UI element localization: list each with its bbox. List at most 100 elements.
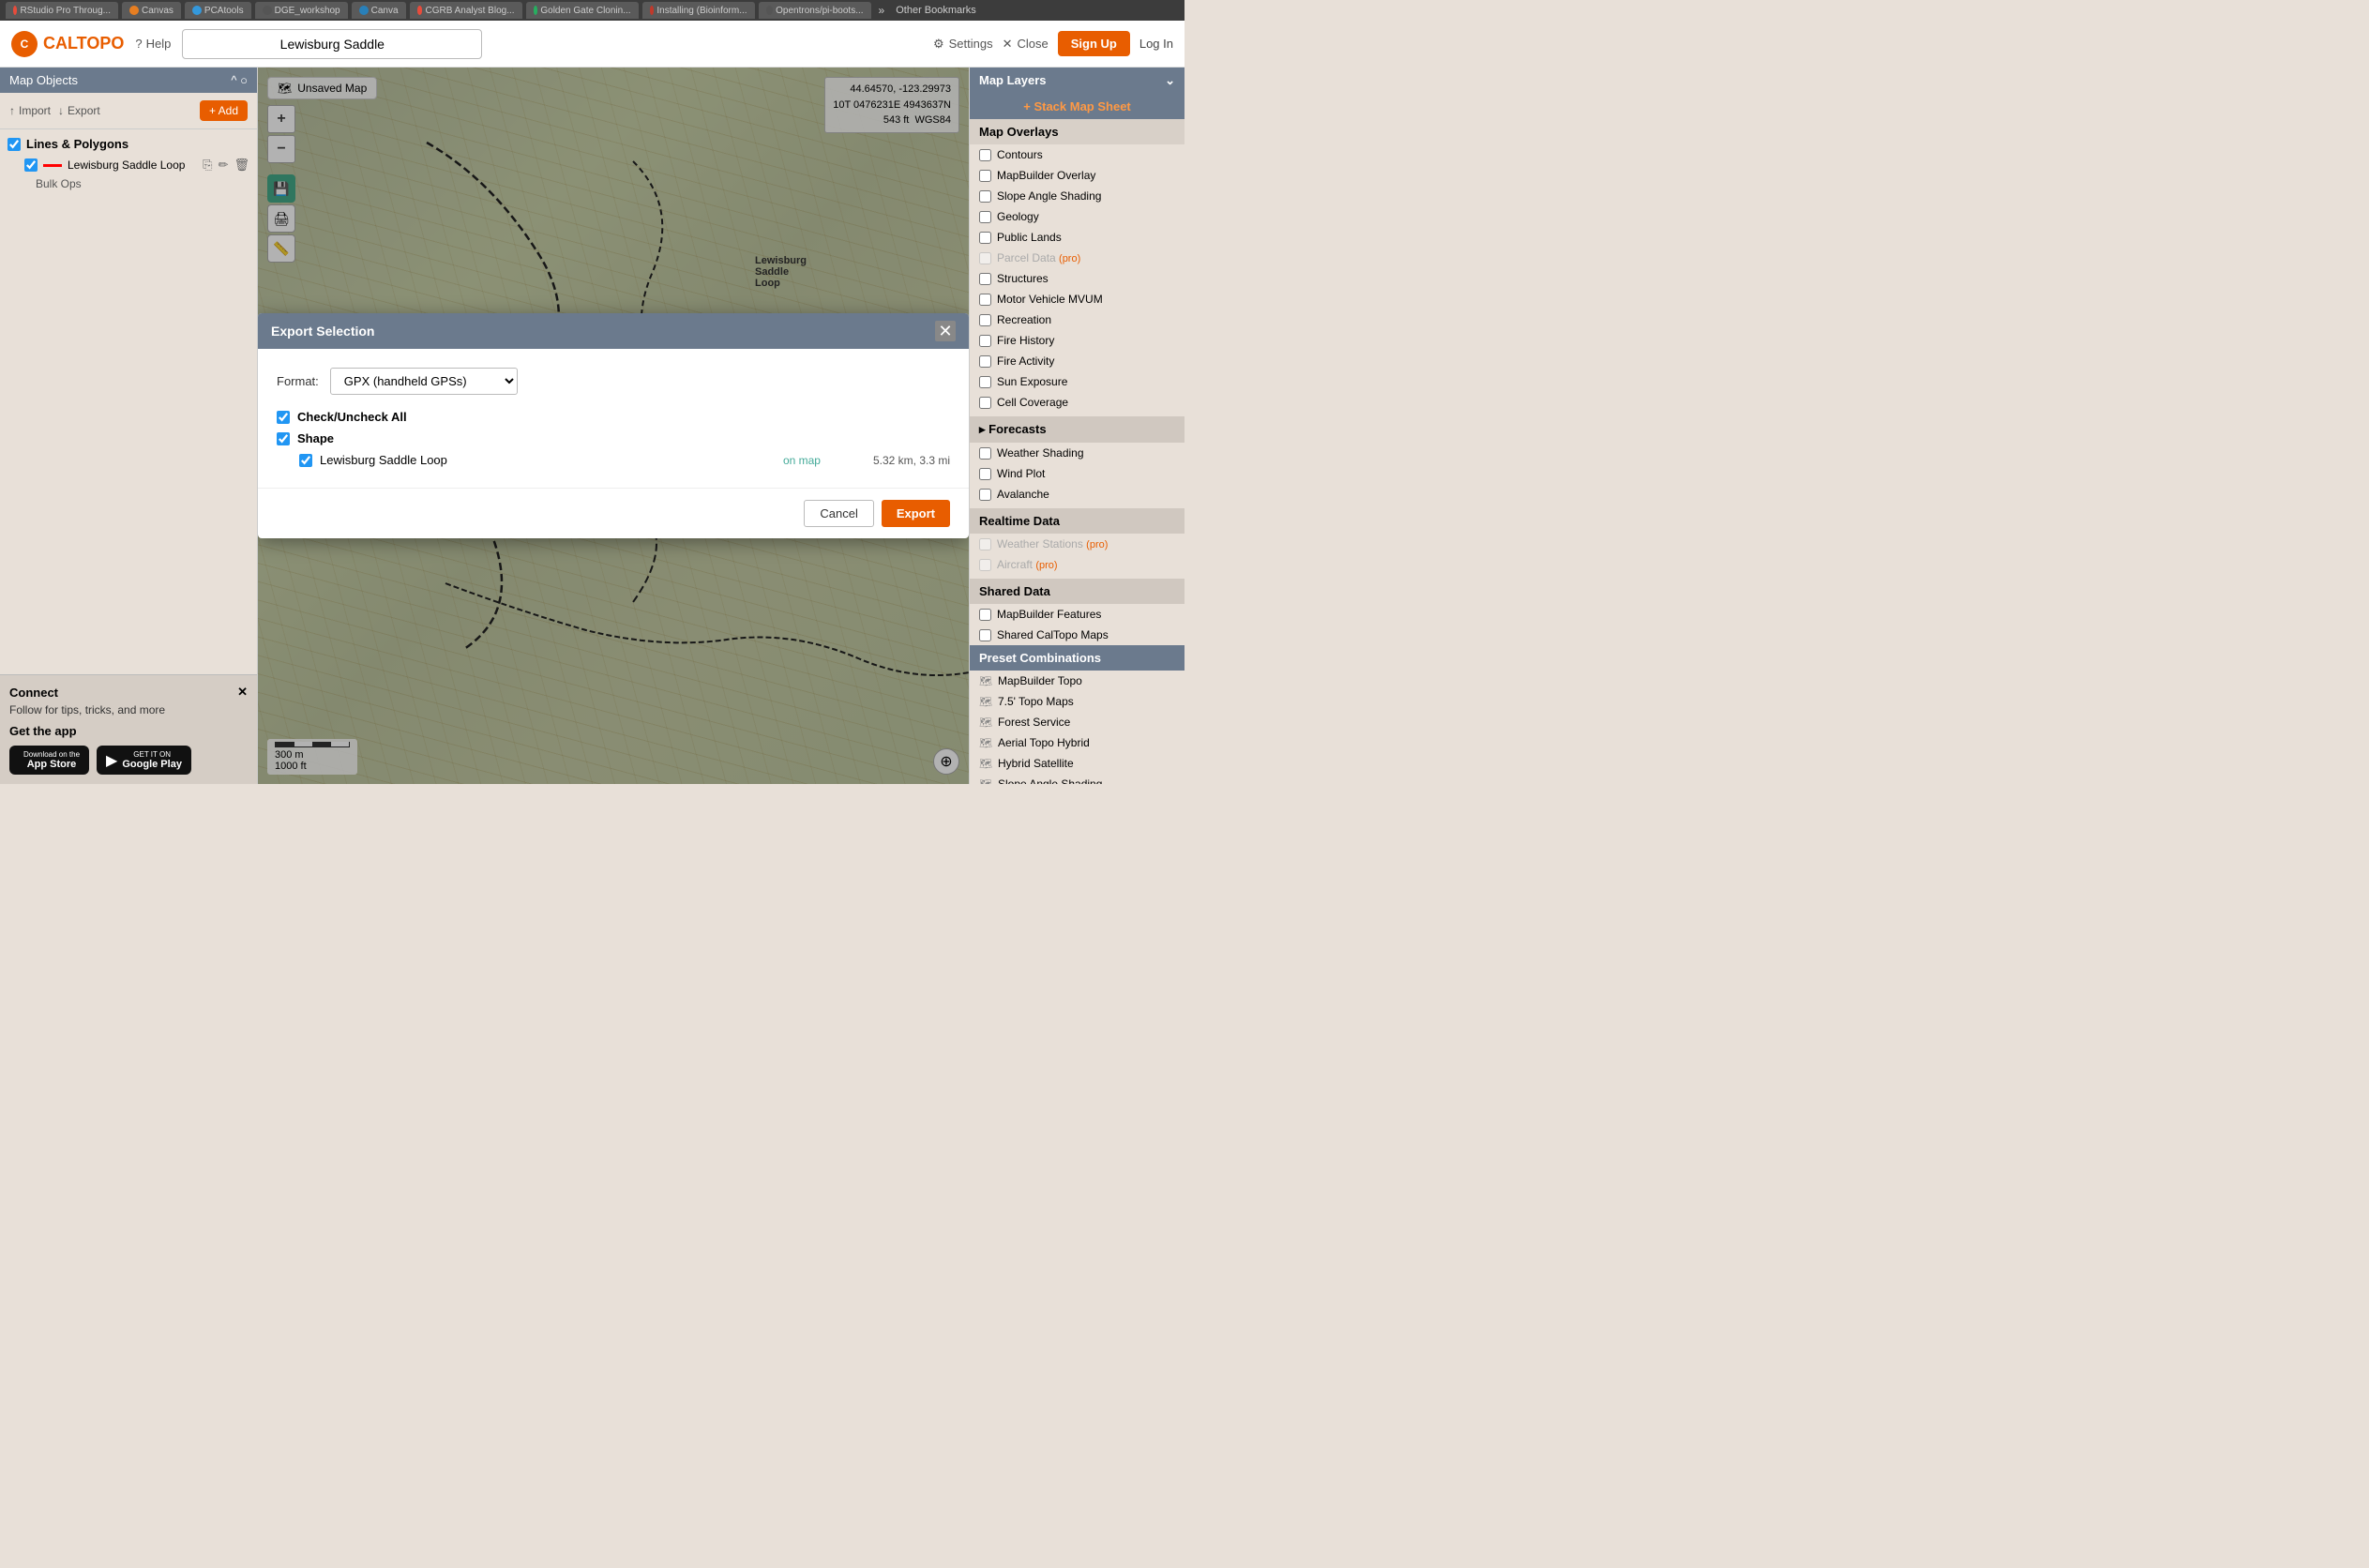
shape-label: Shape: [297, 431, 334, 445]
layer-edit-icon[interactable]: ✏: [219, 158, 229, 173]
connect-follow-text: Follow for tips, tricks, and more: [9, 703, 248, 716]
browser-tab-bioinform[interactable]: Installing (Bioinform...: [642, 2, 755, 19]
item-name: Lewisburg Saddle Loop: [320, 453, 776, 467]
cancel-button[interactable]: Cancel: [804, 500, 873, 527]
shared-item-mapbuilder-features[interactable]: MapBuilder Features: [970, 604, 1184, 625]
preset-item-topo-maps[interactable]: 🗺7.5' Topo Maps: [970, 691, 1184, 712]
overlay-item-sun-exposure[interactable]: Sun Exposure: [970, 371, 1184, 392]
app-store-button[interactable]: Download on the App Store: [9, 746, 89, 775]
help-button[interactable]: ? Help: [135, 37, 171, 51]
modal-close-button[interactable]: ✕: [935, 321, 956, 341]
map-objects-header: Map Objects ^ ○: [0, 68, 257, 93]
layer-delete-icon[interactable]: 🗑: [234, 158, 249, 173]
sidebar-actions: ↑ Import ↓ Export + Add: [0, 93, 257, 129]
forecast-item-avalanche[interactable]: Avalanche: [970, 484, 1184, 505]
stack-map-button[interactable]: + Stack Map Sheet: [1023, 99, 1131, 113]
preset-item-forest-service[interactable]: 🗺Forest Service: [970, 712, 1184, 732]
layer-checkbox[interactable]: [24, 158, 38, 172]
format-row: Format: GPX (handheld GPSs) KML GeoJSON …: [277, 368, 950, 395]
preset-item-aerial-topo[interactable]: 🗺Aerial Topo Hybrid: [970, 732, 1184, 753]
map-layers-header: Map Layers ⌄: [970, 68, 1184, 94]
export-button[interactable]: Export: [882, 500, 950, 527]
browser-tab-canva[interactable]: Canva: [352, 2, 406, 19]
realtime-header: Realtime Data: [970, 508, 1184, 534]
store-buttons: Download on the App Store ▶ GET IT ON Go…: [9, 746, 248, 775]
right-sidebar: Map Layers ⌄ + Stack Map Sheet Map Overl…: [969, 68, 1184, 784]
import-button[interactable]: ↑ Import: [9, 104, 51, 117]
browser-tab-opentrons[interactable]: Opentrons/pi-boots...: [759, 2, 871, 19]
browser-tab-rstudio[interactable]: RStudio Pro Throug...: [6, 2, 118, 19]
overlay-item-fire-activity[interactable]: Fire Activity: [970, 351, 1184, 371]
google-play-button[interactable]: ▶ GET IT ON Google Play: [97, 746, 191, 775]
check-all-checkbox[interactable]: [277, 411, 290, 424]
export-icon: ↓: [58, 104, 64, 117]
overlay-item-structures[interactable]: Structures: [970, 268, 1184, 289]
check-all-label: Check/Uncheck All: [297, 410, 407, 424]
forecast-item-wind[interactable]: Wind Plot: [970, 463, 1184, 484]
overlay-item-public-lands[interactable]: Public Lands: [970, 227, 1184, 248]
shape-row: Shape: [277, 431, 950, 445]
browser-tab-pcatools[interactable]: PCAtools: [185, 2, 251, 19]
browser-tab-cgrb[interactable]: CGRB Analyst Blog...: [410, 2, 522, 19]
item-checkbox[interactable]: [299, 454, 312, 467]
browser-tab-dge[interactable]: DGE_workshop: [255, 2, 348, 19]
search-input[interactable]: [182, 29, 482, 59]
import-icon: ↑: [9, 104, 15, 117]
bookmarks-label: Other Bookmarks: [896, 5, 976, 16]
shared-header: Shared Data: [970, 579, 1184, 604]
realtime-item-aircraft[interactable]: Aircraft (pro): [970, 554, 1184, 575]
close-button[interactable]: ✕ Close: [1003, 37, 1049, 52]
preset-item-slope-angle[interactable]: 🗺Slope Angle Shading: [970, 774, 1184, 784]
overlay-item-contours[interactable]: Contours: [970, 144, 1184, 165]
modal-title: Export Selection: [271, 324, 374, 339]
bulk-ops-label[interactable]: Bulk Ops: [8, 175, 249, 192]
overlay-item-mapbuilder[interactable]: MapBuilder Overlay: [970, 165, 1184, 186]
overlay-item-parcel[interactable]: Parcel Data (pro): [970, 248, 1184, 268]
check-all-row: Check/Uncheck All: [277, 410, 950, 424]
signup-button[interactable]: Sign Up: [1058, 31, 1130, 56]
close-icon: ✕: [1003, 37, 1013, 52]
export-item-row: Lewisburg Saddle Loop on map 5.32 km, 3.…: [277, 451, 950, 469]
preset-item-mapbuilder-topo[interactable]: 🗺MapBuilder Topo: [970, 671, 1184, 691]
left-sidebar: Map Objects ^ ○ ↑ Import ↓ Export + Add …: [0, 68, 258, 784]
modal-body: Format: GPX (handheld GPSs) KML GeoJSON …: [258, 349, 969, 488]
add-button[interactable]: + Add: [200, 100, 248, 121]
preset-icon: 🗺: [979, 675, 992, 687]
logo-text: CALTOPO: [43, 34, 124, 53]
forecast-item-weather[interactable]: Weather Shading: [970, 443, 1184, 463]
preset-icon: 🗺: [979, 758, 992, 770]
layer-copy-icon[interactable]: ⎘: [203, 158, 212, 173]
on-map-badge: on map: [783, 454, 821, 467]
stack-map-section: + Stack Map Sheet: [970, 94, 1184, 119]
preset-icon: 🗺: [979, 778, 992, 785]
overlay-item-cell-coverage[interactable]: Cell Coverage: [970, 392, 1184, 413]
shared-item-caltopo-maps[interactable]: Shared CalTopo Maps: [970, 625, 1184, 645]
realtime-item-weather-stations[interactable]: Weather Stations (pro): [970, 534, 1184, 554]
map-area[interactable]: 🗺 Unsaved Map 44.64570, -123.29973 10T 0…: [258, 68, 969, 784]
connect-section: Connect ✕ Follow for tips, tricks, and m…: [0, 674, 257, 784]
settings-icon: ⚙: [933, 37, 944, 52]
preset-combinations-header: Preset Combinations: [970, 645, 1184, 671]
connect-close-icon[interactable]: ✕: [237, 685, 248, 700]
group-checkbox[interactable]: [8, 138, 21, 151]
layer-action-icons: ⎘ ✏ 🗑: [203, 158, 249, 173]
export-button[interactable]: ↓ Export: [58, 104, 100, 117]
layer-item-lewisburg: Lewisburg Saddle Loop ⎘ ✏ 🗑: [8, 155, 249, 175]
overlay-item-fire-history[interactable]: Fire History: [970, 330, 1184, 351]
preset-icon: 🗺: [979, 716, 992, 729]
more-tabs-icon[interactable]: »: [875, 4, 889, 17]
overlay-item-geology[interactable]: Geology: [970, 206, 1184, 227]
overlay-item-mvum[interactable]: Motor Vehicle MVUM: [970, 289, 1184, 309]
browser-tab-goldengate[interactable]: Golden Gate Clonin...: [526, 2, 639, 19]
settings-button[interactable]: ⚙ Settings: [933, 37, 993, 52]
overlay-item-recreation[interactable]: Recreation: [970, 309, 1184, 330]
login-button[interactable]: Log In: [1139, 37, 1173, 51]
format-label: Format:: [277, 374, 319, 388]
preset-item-hybrid-satellite[interactable]: 🗺Hybrid Satellite: [970, 753, 1184, 774]
connect-get-app: Get the app: [9, 724, 248, 738]
shape-checkbox[interactable]: [277, 432, 290, 445]
forecasts-header: ▸ Forecasts: [970, 416, 1184, 443]
overlay-item-slope[interactable]: Slope Angle Shading: [970, 186, 1184, 206]
format-select[interactable]: GPX (handheld GPSs) KML GeoJSON Shapefil…: [330, 368, 518, 395]
browser-tab-canvas[interactable]: Canvas: [122, 2, 181, 19]
